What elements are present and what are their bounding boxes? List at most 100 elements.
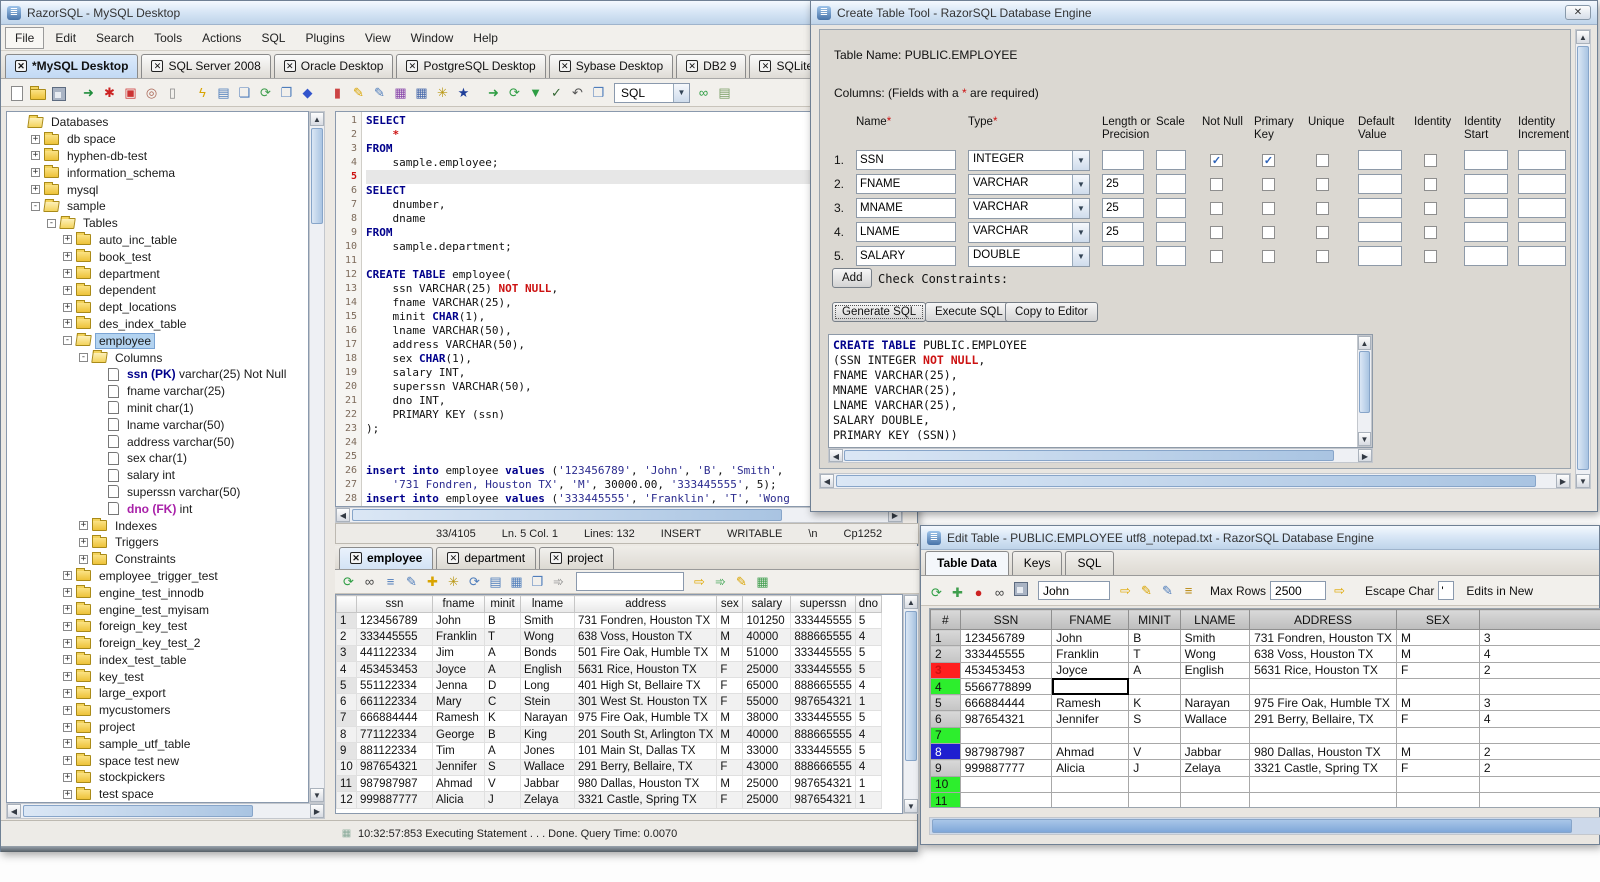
cell[interactable]: 980 Dallas, Houston TX: [1249, 743, 1397, 761]
column-type-select[interactable]: DOUBLE ▼: [968, 246, 1090, 267]
tree-item-book-test[interactable]: + book_test: [7, 248, 308, 265]
tree-item-dept-locations[interactable]: + dept_locations: [7, 299, 308, 316]
identity-increment-input[interactable]: [1518, 246, 1566, 266]
tree-item-foreign-key-test[interactable]: + foreign_key_test: [7, 618, 308, 635]
row-number[interactable]: 5: [930, 694, 961, 712]
edit-data-table[interactable]: # SSN FNAME MINIT LNAME ADDRESS SEX 1 123456789 J…: [930, 609, 1600, 807]
menu-plugins[interactable]: Plugins: [296, 28, 353, 48]
menu-view[interactable]: View: [356, 28, 400, 48]
cell[interactable]: 301 West St. Houston TX: [573, 693, 718, 711]
transfer-icon[interactable]: ➾: [711, 573, 730, 591]
tree-item-lname-varchar-50[interactable]: lname varchar(50): [7, 416, 308, 433]
scroll-up-icon[interactable]: ▲: [1576, 30, 1590, 44]
expand-icon[interactable]: +: [63, 252, 72, 262]
scroll-left-icon[interactable]: ◀: [829, 449, 843, 462]
unique-checkbox[interactable]: [1316, 154, 1329, 167]
unique-checkbox[interactable]: [1316, 202, 1329, 215]
cell[interactable]: 501 Fire Oak, Humble TX: [573, 644, 718, 662]
cell[interactable]: 638 Voss, Houston TX: [573, 628, 718, 646]
cell[interactable]: J: [484, 791, 521, 809]
view-row-icon[interactable]: ∞: [990, 584, 1009, 602]
cell[interactable]: 2: [1478, 743, 1600, 761]
expand-icon[interactable]: +: [63, 739, 72, 749]
find-next-icon[interactable]: ⇨: [1116, 582, 1135, 600]
cell[interactable]: 291 Berry, Bellaire, TX: [1249, 710, 1397, 728]
cell[interactable]: 661122334: [356, 693, 433, 711]
row-number[interactable]: 11: [930, 791, 961, 807]
cell[interactable]: 3: [1478, 628, 1600, 647]
table-row[interactable]: 11 987987987 Ahmad V Jabbar 980 Dallas, Houst…: [336, 774, 882, 793]
cell[interactable]: Stein: [520, 693, 575, 711]
create-window-horizontal-scrollbar[interactable]: ◀ ▶: [819, 473, 1571, 489]
connection-settings-icon[interactable]: ◎: [142, 84, 161, 102]
edit-tab-table-data[interactable]: Table Data: [925, 551, 1009, 575]
close-tab-icon[interactable]: ✕: [558, 60, 571, 72]
table-row[interactable]: 7: [930, 726, 1600, 745]
identity-checkbox[interactable]: [1424, 250, 1437, 263]
cell[interactable]: 333445555: [959, 645, 1053, 663]
cell[interactable]: [1395, 775, 1480, 793]
describe-table-icon[interactable]: ▤: [214, 84, 233, 102]
expand-icon[interactable]: +: [63, 269, 72, 279]
unique-checkbox[interactable]: [1316, 178, 1329, 191]
filter-rows-icon[interactable]: ≡: [1179, 582, 1198, 600]
cell[interactable]: Alicia: [1051, 759, 1130, 777]
cell[interactable]: 40000: [742, 628, 792, 646]
cell[interactable]: C: [484, 693, 521, 711]
tree-item-minit-char-1[interactable]: minit char(1): [7, 400, 308, 417]
table-row[interactable]: 2 333445555 Franklin T Wong 638 Voss, Houston…: [336, 628, 882, 646]
go-icon[interactable]: ⇨: [690, 573, 709, 591]
length-input[interactable]: [1102, 198, 1144, 218]
table-row[interactable]: 3 441122334 Jim A Bonds 501 Fire Oak, Humble …: [336, 644, 882, 662]
cell[interactable]: 1: [854, 774, 882, 793]
copy-results-icon[interactable]: ❐: [528, 573, 547, 591]
scroll-left-icon[interactable]: ◀: [820, 474, 834, 488]
close-tab-icon[interactable]: ✕: [447, 552, 460, 564]
row-number[interactable]: 2: [930, 645, 961, 663]
describe-icon[interactable]: ▤: [486, 573, 505, 591]
cell[interactable]: 999887777: [356, 791, 433, 809]
cell[interactable]: Smith: [1179, 628, 1251, 647]
tree-item-des-index-table[interactable]: + des_index_table: [7, 316, 308, 333]
cell[interactable]: Wallace: [1179, 710, 1251, 728]
tree-item-hyphen-db-test[interactable]: + hyphen-db-test: [7, 148, 308, 165]
cell[interactable]: [1179, 775, 1251, 793]
cell[interactable]: [1478, 775, 1600, 793]
cell[interactable]: M: [1395, 645, 1480, 663]
cell[interactable]: Zelaya: [520, 791, 575, 809]
open-file-icon[interactable]: [28, 84, 47, 102]
cell[interactable]: 25000: [742, 774, 792, 793]
tree-item-key-test[interactable]: + key_test: [7, 668, 308, 685]
tree-item-triggers[interactable]: + Triggers: [7, 534, 308, 551]
tree-item-foreign-key-test-2[interactable]: + foreign_key_test_2: [7, 635, 308, 652]
refresh-document-icon[interactable]: ⟳: [256, 84, 275, 102]
cell[interactable]: A: [484, 660, 521, 679]
cell[interactable]: Jennifer: [1051, 710, 1130, 728]
key-icon[interactable]: ✳: [433, 84, 452, 102]
cell[interactable]: Franklin: [432, 628, 485, 646]
filter-icon[interactable]: ≡: [381, 573, 400, 591]
cell[interactable]: Jabbar: [1179, 743, 1251, 761]
cell[interactable]: [1128, 726, 1181, 745]
cell[interactable]: [1395, 677, 1480, 696]
cell[interactable]: 123456789: [959, 628, 1053, 647]
cell[interactable]: 638 Voss, Houston TX: [1249, 645, 1397, 663]
cell[interactable]: 401 High St, Bellaire TX: [573, 677, 718, 695]
cell[interactable]: A: [1128, 661, 1181, 679]
cell[interactable]: 666884444: [959, 694, 1053, 712]
close-tab-icon[interactable]: ✕: [15, 60, 27, 72]
cell[interactable]: Mary: [432, 693, 485, 711]
column-name-input[interactable]: [856, 150, 956, 170]
column-header[interactable]: FNAME: [1051, 609, 1130, 630]
edit-cell-icon[interactable]: ✎: [402, 573, 421, 591]
cell[interactable]: 4: [854, 628, 882, 646]
results-search-input[interactable]: [576, 572, 684, 591]
image-icon[interactable]: ▦: [507, 573, 526, 591]
table-row[interactable]: 1 123456789 John B Smith 731 Fondren, Houston…: [930, 628, 1600, 647]
table-row[interactable]: 6 987654321 Jennifer S Wallace 291 Berry, Bel…: [930, 710, 1600, 728]
results-scroll-thumb[interactable]: [905, 611, 917, 761]
chevron-down-icon[interactable]: ▼: [673, 83, 689, 102]
connect-icon[interactable]: ➜: [79, 84, 98, 102]
cell[interactable]: S: [1128, 710, 1181, 728]
cell[interactable]: T: [1128, 645, 1181, 663]
